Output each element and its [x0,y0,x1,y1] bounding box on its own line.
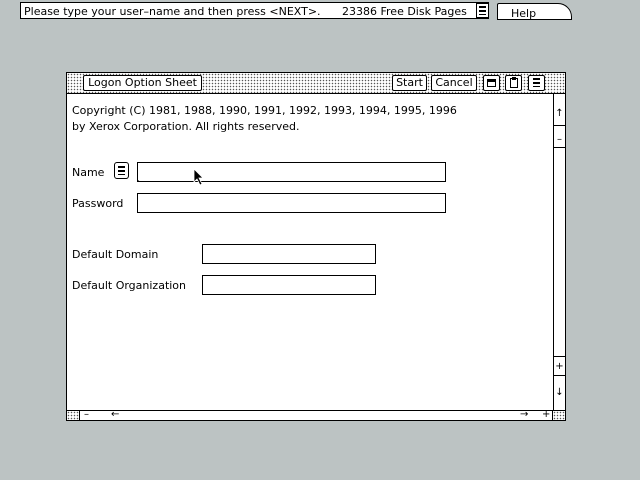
option-sheet-content: Copyright (C) 1981, 1988, 1990, 1991, 19… [67,94,553,410]
scroll-divider [554,147,565,148]
horizontal-scrollbar[interactable]: – ← → [79,409,553,420]
logon-option-sheet-window: Logon Option Sheet Start Cancel Copyrigh… [66,72,566,421]
scroll-left-icon[interactable]: ← [111,409,119,420]
window-icon [487,79,496,87]
scroll-divider [554,375,565,376]
window-title-bar[interactable]: Logon Option Sheet Start Cancel [67,73,565,94]
default-domain-label: Default Domain [72,248,159,261]
free-disk-pages: 23386 Free Disk Pages [342,5,467,18]
cancel-button[interactable]: Cancel [431,75,477,91]
help-tab[interactable]: Help [497,3,572,20]
scroll-divider [554,356,565,357]
scroll-right-icon[interactable]: → [520,409,528,420]
scroll-plus-icon[interactable]: + [542,409,550,420]
copyright-line-1: Copyright (C) 1981, 1988, 1990, 1991, 19… [72,104,457,117]
menu-lines-icon [533,78,540,87]
vertical-scrollbar[interactable]: ↑ – + ↓ [553,94,565,410]
horizontal-scroll-bar: – ← → + [67,409,565,420]
help-tab-label: Help [511,7,537,20]
window-clipboard-button[interactable] [505,75,522,91]
window-title: Logon Option Sheet [83,75,202,91]
name-label: Name [72,166,105,179]
prompt-message: Please type your user–name and then pres… [24,5,321,18]
name-menu-button[interactable] [114,162,129,179]
password-label: Password [72,197,124,210]
copyright-line-2: by Xerox Corporation. All rights reserve… [72,120,300,133]
arrow-pointer-icon [193,168,204,186]
default-organization-label: Default Organization [72,279,187,292]
scroll-minus-icon[interactable]: – [84,409,89,420]
scroll-divider [554,125,565,126]
text-caret: ‸ [137,173,141,183]
name-field[interactable] [137,162,446,182]
window-shrink-button[interactable] [483,75,500,91]
message-bar-menu-button[interactable] [476,3,489,18]
menu-lines-icon [479,6,486,15]
scroll-plus-icon[interactable]: + [554,361,565,373]
default-domain-field[interactable] [202,244,376,264]
message-bar: Please type your user–name and then pres… [20,2,489,19]
clipboard-icon [510,77,518,88]
window-menu-button[interactable] [528,75,545,91]
default-organization-field[interactable] [202,275,376,295]
scroll-up-icon[interactable]: ↑ [554,108,565,120]
start-button[interactable]: Start [392,75,427,91]
password-field[interactable] [137,193,446,213]
menu-lines-icon [118,166,125,175]
scroll-down-icon[interactable]: ↓ [554,387,565,399]
scroll-minus-icon[interactable]: – [554,134,565,146]
